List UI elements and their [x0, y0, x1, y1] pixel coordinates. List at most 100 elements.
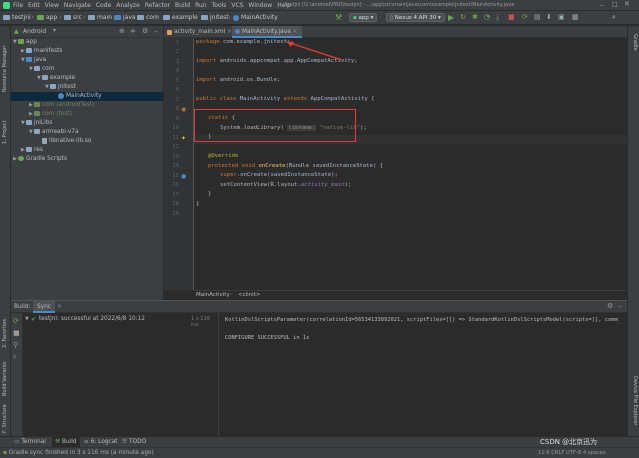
- close-tab-icon[interactable]: ×: [293, 29, 298, 35]
- device-dropdown[interactable]: ▯ Nexus 4 API 30 ▾: [386, 13, 445, 22]
- project-structure-icon[interactable]: ▦: [572, 13, 581, 22]
- tree-item-res[interactable]: ▶ res: [21, 146, 43, 155]
- close-icon[interactable]: ✕: [624, 0, 630, 8]
- breadcrumb-com[interactable]: com: [137, 14, 159, 21]
- menu-build[interactable]: Build: [175, 2, 190, 9]
- sync-gradle-icon[interactable]: ⟳: [13, 317, 19, 325]
- cursor-position[interactable]: 11:6 CRLF UTF-8 4 spaces: [538, 450, 606, 456]
- attach-debugger-icon[interactable]: ⤓: [496, 13, 505, 22]
- override-gutter-icon[interactable]: ●: [181, 173, 186, 180]
- menu-code[interactable]: Code: [96, 2, 111, 9]
- gradle-tab[interactable]: Gradle: [632, 34, 638, 51]
- filter-icon[interactable]: ▿: [13, 353, 17, 361]
- line-number: 14: [172, 163, 179, 169]
- code-line-13[interactable]: @Override: [208, 153, 238, 159]
- status-message[interactable]: ▪ Gradle sync finished in 3 s 116 ms (a …: [3, 450, 154, 456]
- line-number: 3: [175, 59, 179, 65]
- avd-manager-icon[interactable]: ▤: [534, 13, 543, 22]
- resource-manager-tab[interactable]: Resource Manager: [2, 46, 8, 92]
- class-gutter-icon[interactable]: ◉: [181, 106, 186, 113]
- tree-item-mainactivity[interactable]: MainActivity: [11, 92, 163, 101]
- structure-tab[interactable]: 7: Structure: [2, 404, 8, 434]
- breadcrumb-src[interactable]: src: [64, 14, 82, 21]
- tree-item-example[interactable]: ▼ example: [37, 74, 75, 83]
- breadcrumb-project[interactable]: testjni: [3, 14, 31, 21]
- hide-panel-icon[interactable]: –: [618, 302, 622, 310]
- menu-window[interactable]: Window: [249, 2, 273, 9]
- tab-todo[interactable]: ☰ TODO: [122, 439, 146, 445]
- tree-item-armeabi[interactable]: ▼ armeabi-v7a: [29, 128, 79, 137]
- minimize-icon[interactable]: –: [600, 1, 604, 9]
- code-line-16[interactable]: setContentView(R.layout.activity_main);: [220, 182, 351, 188]
- run-icon[interactable]: ▶: [448, 13, 457, 22]
- maximize-icon[interactable]: □: [612, 1, 618, 8]
- tab-sync[interactable]: Sync: [33, 301, 55, 313]
- menu-edit[interactable]: Edit: [28, 2, 40, 9]
- tree-item-app[interactable]: ▼ app: [13, 38, 37, 47]
- locate-icon[interactable]: ⊕: [119, 27, 125, 35]
- tree-item-com[interactable]: ▼ com: [29, 65, 54, 74]
- tree-item-manifests[interactable]: ▶ manifests: [21, 47, 62, 56]
- breadcrumb-example[interactable]: example: [163, 14, 198, 21]
- tab-terminal[interactable]: ▭ Terminal: [14, 439, 46, 445]
- chevron-down-icon[interactable]: ▾: [53, 27, 56, 34]
- pin-icon[interactable]: ⚲: [13, 341, 18, 349]
- hide-panel-icon[interactable]: –: [154, 27, 158, 35]
- breadcrumb-jnitest[interactable]: jnitest: [201, 14, 229, 21]
- menu-run[interactable]: Run: [195, 2, 207, 9]
- code-line-1[interactable]: package com.example.jnitest;: [196, 39, 290, 45]
- breadcrumb-app[interactable]: app: [37, 14, 57, 21]
- bulb-icon[interactable]: ✦: [181, 135, 186, 142]
- debug-icon[interactable]: ✱: [472, 13, 481, 22]
- code-line-15[interactable]: super.onCreate(savedInstanceState);: [220, 172, 338, 178]
- code-line-17[interactable]: }: [208, 191, 211, 197]
- menu-file[interactable]: File: [13, 2, 23, 9]
- gear-icon[interactable]: ⚙: [142, 27, 148, 35]
- project-tab[interactable]: 1: Project: [2, 120, 8, 144]
- tree-item-com-androidtest[interactable]: ▶ com (androidTest): [29, 101, 94, 110]
- sync-gradle-icon[interactable]: ⟳: [522, 13, 531, 22]
- close-tab-icon[interactable]: ×: [57, 303, 62, 310]
- menu-view[interactable]: View: [45, 2, 59, 9]
- tab-mainactivity-java[interactable]: MainActivity.java ×: [232, 26, 302, 38]
- project-view-selector[interactable]: Android: [23, 28, 46, 35]
- make-project-icon[interactable]: ⚒: [335, 13, 342, 22]
- favorites-tab[interactable]: 2: Favorites: [2, 319, 8, 348]
- menu-refactor[interactable]: Refactor: [145, 2, 170, 9]
- run-config-dropdown[interactable]: ▪ app ▾: [349, 13, 378, 22]
- device-file-explorer-tab[interactable]: Device File Explorer: [632, 376, 638, 425]
- breadcrumb-mainactivity[interactable]: MainActivity: [233, 14, 278, 21]
- tree-item-jnitest[interactable]: ▼ jnitest: [45, 83, 76, 92]
- module-icon: [37, 15, 44, 20]
- collapse-all-icon[interactable]: ≑: [130, 27, 136, 35]
- code-line-14[interactable]: protected void onCreate(Bundle savedInst…: [208, 163, 383, 169]
- tree-item-com-test[interactable]: ▶ com (test): [29, 110, 72, 119]
- sync-status-text[interactable]: testjni: successful at 2022/6/8 10:12: [39, 316, 145, 322]
- breadcrumb-method[interactable]: <clinit>: [238, 292, 260, 298]
- stop-icon[interactable]: ■: [13, 329, 20, 337]
- code-line-5[interactable]: import android.os.Bundle;: [196, 77, 280, 83]
- tab-logcat[interactable]: ≡ 6: Logcat: [84, 439, 118, 445]
- tab-activity-main-xml[interactable]: activity_main.xml ×: [164, 26, 232, 38]
- gear-icon[interactable]: ⚙: [607, 302, 613, 310]
- stop-icon[interactable]: ■: [508, 13, 517, 22]
- menu-vcs[interactable]: VCS: [231, 2, 243, 9]
- menu-navigate[interactable]: Navigate: [64, 2, 91, 9]
- tree-item-java[interactable]: ▼ java: [21, 56, 46, 65]
- build-variants-tab[interactable]: Build Variants: [2, 362, 8, 396]
- code-editor: activity_main.xml × MainActivity.java × …: [164, 26, 627, 300]
- menu-tools[interactable]: Tools: [212, 2, 227, 9]
- breadcrumb-class[interactable]: MainActivity: [196, 292, 230, 298]
- search-icon[interactable]: ⌕: [612, 13, 621, 22]
- tree-item-jnilibs[interactable]: ▼ jniLibs: [21, 119, 52, 128]
- sdk-manager-icon[interactable]: ⬇: [546, 13, 555, 22]
- menu-analyze[interactable]: Analyze: [116, 2, 140, 9]
- code-line-7[interactable]: public class MainActivity extends AppCom…: [196, 96, 375, 102]
- tree-item-libnative[interactable]: libnative-lib.so: [42, 137, 91, 146]
- code-line-18[interactable]: }: [196, 201, 199, 207]
- profile-icon[interactable]: ◔: [484, 13, 493, 22]
- apply-changes-icon[interactable]: ↻: [460, 13, 469, 22]
- layout-inspector-icon[interactable]: ▣: [558, 13, 567, 22]
- tree-item-gradle-scripts[interactable]: ▶ Gradle Scripts: [13, 155, 67, 164]
- expand-arrow-icon[interactable]: ▼: [25, 316, 29, 322]
